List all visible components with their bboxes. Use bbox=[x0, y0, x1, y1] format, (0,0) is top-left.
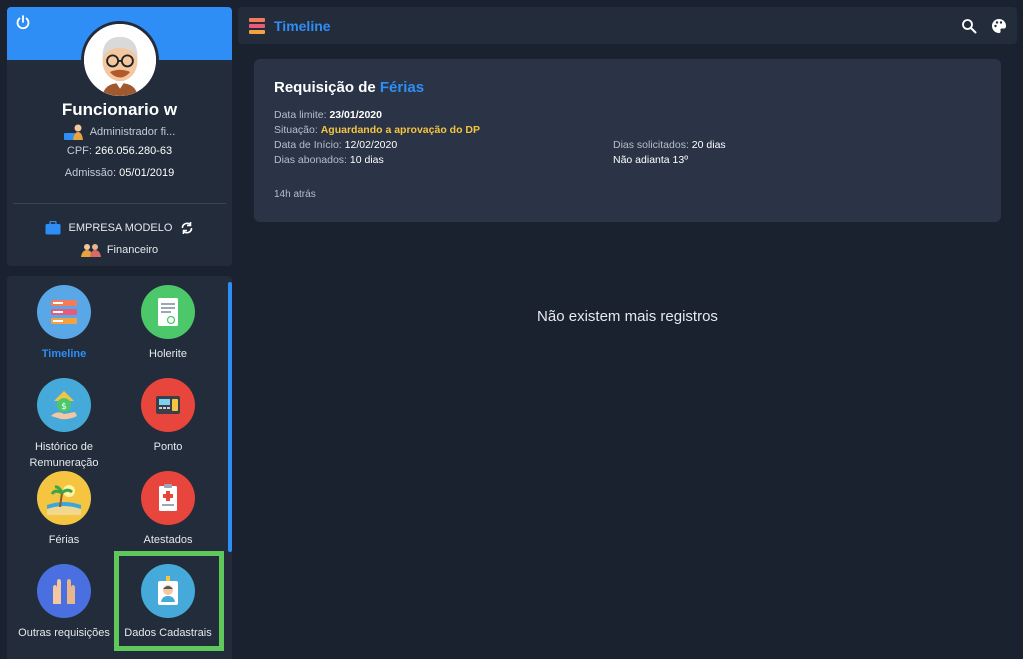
avatar-illustration bbox=[84, 24, 156, 96]
menu-item-other-requests[interactable]: Outras requisições bbox=[12, 564, 116, 641]
payslip-icon bbox=[141, 285, 195, 339]
paid-days-value: 10 dias bbox=[349, 154, 384, 166]
request-title-prefix: Requisição de bbox=[274, 79, 376, 96]
requested-days-label: Dias solicitados: bbox=[613, 139, 689, 151]
svg-text:$: $ bbox=[61, 402, 67, 412]
company-name: EMPRESA MODELO bbox=[68, 222, 173, 234]
menu-item-ponto[interactable]: Ponto bbox=[116, 378, 220, 455]
profile-cpf: CPF: 266.056.280-63 bbox=[7, 145, 232, 157]
team-icon bbox=[80, 244, 101, 257]
avatar[interactable] bbox=[81, 21, 159, 99]
request-timestamp: 14h atrás bbox=[274, 189, 316, 200]
highlight-frame bbox=[114, 551, 224, 651]
vacation-request-card[interactable]: Requisição de Férias Data limite: 23/01/… bbox=[254, 59, 1001, 222]
page-title: Timeline bbox=[274, 17, 331, 34]
profile-role-label: Administrador fi... bbox=[89, 126, 176, 138]
search-icon[interactable] bbox=[961, 18, 977, 34]
power-icon[interactable] bbox=[15, 15, 31, 31]
request-title: Requisição de Férias bbox=[274, 79, 424, 96]
requested-days-field: Dias solicitados: 20 dias bbox=[613, 139, 726, 151]
start-date-value: 12/02/2020 bbox=[344, 139, 398, 151]
cpf-value: 266.056.280-63 bbox=[95, 145, 173, 157]
menu-label-other-requests: Outras requisições bbox=[18, 627, 110, 639]
deadline-label: Data limite: bbox=[274, 109, 327, 121]
deadline-field: Data limite: 23/01/2020 bbox=[274, 109, 382, 121]
switch-company-icon[interactable] bbox=[180, 221, 194, 235]
menu-scrollbar[interactable] bbox=[228, 282, 232, 552]
thirteenth-field: Não adianta 13º bbox=[613, 154, 688, 166]
admission-value: 05/01/2019 bbox=[119, 167, 175, 179]
status-badge: Aguardando a aprovação do DP bbox=[320, 124, 480, 136]
medical-certificate-icon bbox=[141, 471, 195, 525]
menu-item-atestados[interactable]: Atestados bbox=[116, 471, 220, 548]
paid-days-label: Dias abonados: bbox=[274, 154, 347, 166]
briefcase-icon bbox=[45, 221, 61, 235]
menu-item-holerite[interactable]: Holerite bbox=[116, 285, 220, 362]
start-date-field: Data de Início: 12/02/2020 bbox=[274, 139, 397, 151]
menu-label-salary-history: Histórico de Remuneração bbox=[29, 441, 99, 469]
timeline-icon bbox=[249, 17, 265, 34]
raised-hands-icon bbox=[37, 564, 91, 618]
paid-days-field: Dias abonados: 10 dias bbox=[274, 154, 384, 166]
beach-icon bbox=[37, 471, 91, 525]
time-clock-icon bbox=[141, 378, 195, 432]
menu-label-ponto: Ponto bbox=[153, 441, 183, 453]
menu-item-ferias[interactable]: Férias bbox=[12, 471, 116, 548]
manager-icon bbox=[63, 124, 83, 140]
admission-label: Admissão: bbox=[64, 167, 117, 179]
status-field: Situação: Aguardando a aprovação do DP bbox=[274, 124, 480, 136]
company-row: EMPRESA MODELO bbox=[7, 221, 232, 235]
salary-history-icon: $ bbox=[37, 378, 91, 432]
department-row: Financeiro bbox=[7, 243, 232, 257]
palette-icon[interactable] bbox=[991, 18, 1007, 34]
menu-label-holerite: Holerite bbox=[149, 348, 187, 360]
profile-role: Administrador fi... bbox=[7, 124, 232, 140]
timeline-icon bbox=[37, 285, 91, 339]
cpf-label: CPF: bbox=[66, 145, 92, 157]
status-label: Situação: bbox=[274, 124, 318, 136]
profile-admission: Admissão: 05/01/2019 bbox=[7, 167, 232, 179]
top-bar: Timeline bbox=[238, 7, 1017, 44]
profile-divider bbox=[13, 203, 226, 204]
profile-card: Funcionario w Administrador fi... CPF: 2… bbox=[7, 7, 232, 266]
menu-label-atestados: Atestados bbox=[143, 534, 193, 546]
menu-item-salary-history[interactable]: $ Histórico de Remuneração bbox=[12, 378, 116, 471]
menu-label-ferias: Férias bbox=[48, 534, 80, 546]
profile-name: Funcionario w bbox=[61, 100, 178, 119]
menu-panel: Timeline Holerite $ Histórico de Remuner… bbox=[7, 276, 232, 659]
thirteenth-value: Não adianta 13º bbox=[613, 154, 689, 166]
menu-label-timeline: Timeline bbox=[41, 348, 87, 360]
department-name: Financeiro bbox=[106, 244, 159, 256]
request-title-type: Férias bbox=[379, 79, 425, 96]
requested-days-value: 20 dias bbox=[691, 139, 726, 151]
start-date-label: Data de Início: bbox=[274, 139, 342, 151]
empty-state-message: Não existem mais registros bbox=[537, 308, 718, 325]
deadline-value: 23/01/2020 bbox=[329, 109, 382, 121]
menu-item-timeline[interactable]: Timeline bbox=[12, 285, 116, 362]
